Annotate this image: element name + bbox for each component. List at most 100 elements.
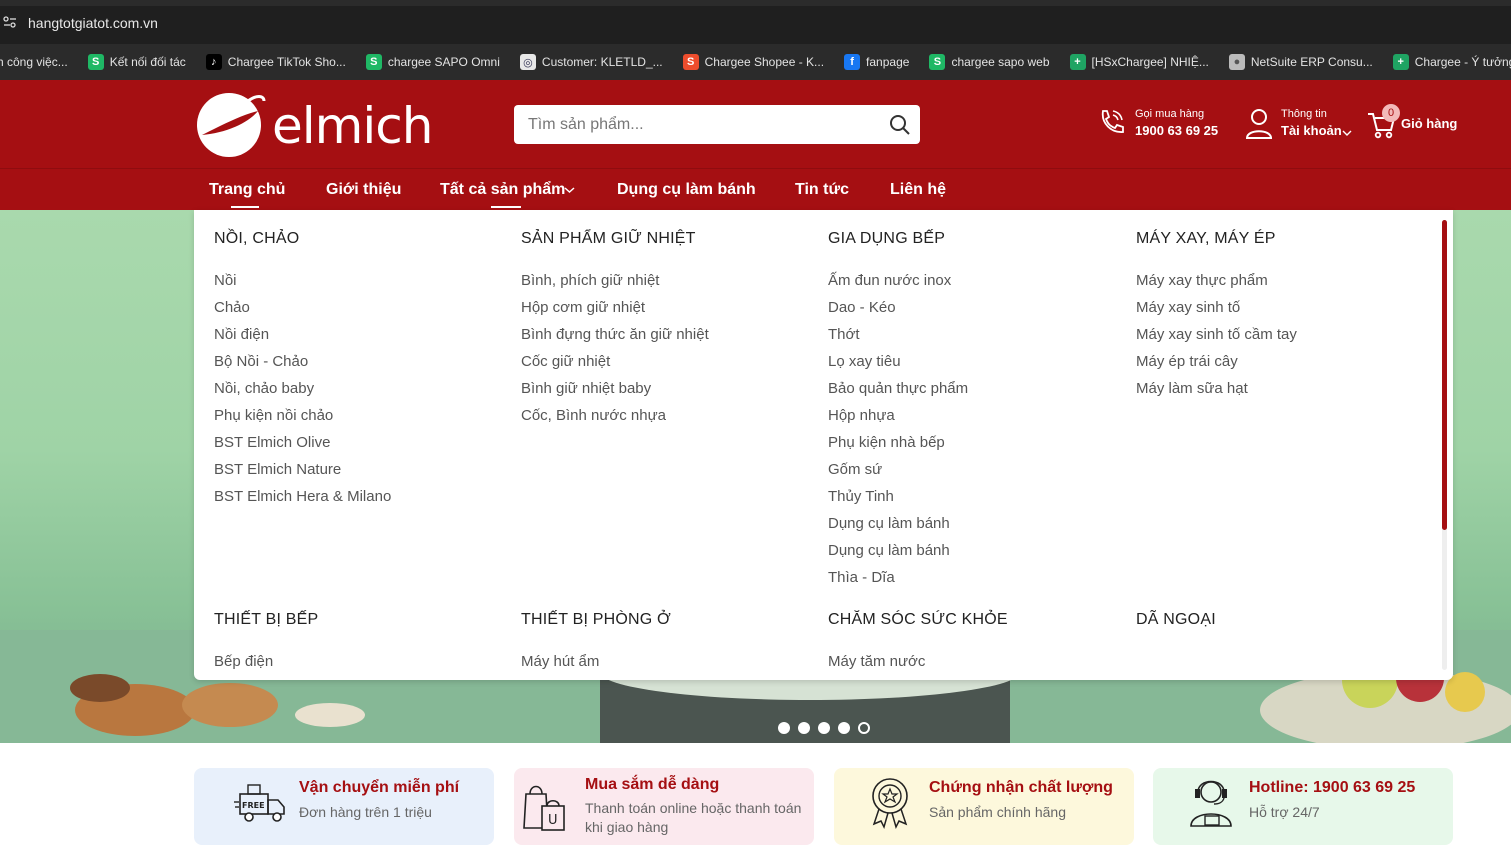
menu-column-thiet-bi-bep: THIẾT BỊ BẾP Bếp điện: [214, 611, 318, 675]
feature-subtitle: Đơn hàng trên 1 triệu: [299, 804, 432, 820]
menu-link[interactable]: Máy xay sinh tố: [1136, 294, 1297, 321]
menu-scrollbar-thumb[interactable]: [1442, 220, 1447, 530]
menu-link[interactable]: Bình, phích giữ nhiệt: [521, 267, 709, 294]
menu-link[interactable]: Nồi, chảo baby: [214, 375, 391, 402]
bookmark-item[interactable]: Schargee SAPO Omni: [365, 54, 500, 70]
carousel-dots: [778, 722, 878, 734]
menu-column-title[interactable]: GIA DỤNG BẾP: [828, 230, 968, 257]
menu-link[interactable]: Phụ kiện nồi chảo: [214, 402, 391, 429]
nav-gioi-thieu[interactable]: Giới thiệu: [326, 181, 401, 199]
menu-link[interactable]: Phụ kiện nhà bếp: [828, 429, 968, 456]
feature-subtitle: Hỗ trợ 24/7: [1249, 804, 1320, 820]
sheets-icon: +: [1392, 54, 1409, 70]
sapo-icon: S: [929, 54, 946, 70]
menu-column-title[interactable]: DÃ NGOẠI: [1136, 611, 1216, 638]
menu-link[interactable]: Bảo quản thực phẩm: [828, 375, 968, 402]
bookmark-item[interactable]: + [HSxChargee] NHIỆ...: [1069, 54, 1209, 70]
menu-link[interactable]: BST Elmich Olive: [214, 429, 391, 456]
menu-column-list: Nồi Chảo Nồi điện Bộ Nồi - Chảo Nồi, chả…: [214, 267, 391, 510]
feature-card-hotline: Hotline: 1900 63 69 25 Hỗ trợ 24/7: [1153, 768, 1453, 845]
cart-label: Giỏ hàng: [1401, 116, 1458, 131]
menu-link[interactable]: Máy xay thực phẩm: [1136, 267, 1297, 294]
bookmark-label: chargee SAPO Omni: [387, 55, 500, 69]
url-text[interactable]: hangtotgiatot.com.vn: [28, 15, 158, 31]
menu-link[interactable]: Bộ Nồi - Chảo: [214, 348, 391, 375]
nav-trang-chu[interactable]: Trang chủ: [209, 181, 285, 199]
bookmark-label: fanpage: [866, 55, 910, 69]
bookmark-label: Chargee - Ý tưởng...: [1414, 55, 1511, 69]
carousel-dot[interactable]: [818, 722, 830, 734]
bookmark-item[interactable]: ◎ Customer: KLETLD_...: [519, 54, 663, 70]
menu-link[interactable]: Máy hút ẩm: [521, 648, 671, 675]
menu-column-title[interactable]: SẢN PHẨM GIỮ NHIỆT: [521, 230, 709, 257]
menu-link[interactable]: Hộp cơm giữ nhiệt: [521, 294, 709, 321]
feature-title: Hotline: 1900 63 69 25: [1249, 779, 1416, 796]
main-nav: Trang chủ Giới thiệu Tất cả sản phẩm Dụn…: [0, 168, 1511, 210]
menu-link[interactable]: Cốc, Bình nước nhựa: [521, 402, 709, 429]
menu-link[interactable]: BST Elmich Nature: [214, 456, 391, 483]
bookmark-label: h công việc...: [0, 55, 68, 69]
menu-link[interactable]: Chảo: [214, 294, 391, 321]
menu-link[interactable]: Bếp điện: [214, 648, 318, 675]
carousel-dot[interactable]: [798, 722, 810, 734]
menu-link[interactable]: Máy làm sữa hạt: [1136, 375, 1297, 402]
menu-link[interactable]: Bình đựng thức ăn giữ nhiệt: [521, 321, 709, 348]
facebook-icon: f: [844, 54, 861, 70]
menu-column-title[interactable]: CHĂM SÓC SỨC KHỎE: [828, 611, 1008, 638]
menu-column-title[interactable]: THIẾT BỊ PHÒNG Ở: [521, 611, 671, 638]
menu-link[interactable]: Nồi điện: [214, 321, 391, 348]
menu-link[interactable]: Thủy Tinh: [828, 483, 968, 510]
menu-link[interactable]: Hộp nhựa: [828, 402, 968, 429]
bookmark-item[interactable]: ● NetSuite ERP Consu...: [1228, 54, 1373, 70]
search-input[interactable]: [528, 105, 868, 144]
menu-link[interactable]: Lọ xay tiêu: [828, 348, 968, 375]
nav-tin-tuc[interactable]: Tin tức: [795, 181, 849, 199]
nav-lien-he[interactable]: Liên hệ: [890, 181, 946, 199]
menu-link[interactable]: Dụng cụ làm bánh: [828, 537, 968, 564]
cart-count-badge: 0: [1382, 104, 1400, 122]
svg-text:U: U: [548, 813, 558, 828]
bookmark-item[interactable]: + Chargee - Ý tưởng...: [1392, 54, 1511, 70]
search-icon[interactable]: [888, 113, 912, 137]
menu-column-suc-khoe: CHĂM SÓC SỨC KHỎE Máy tăm nước: [828, 611, 1008, 675]
nav-tat-ca-san-pham[interactable]: Tất cả sản phẩm: [440, 181, 565, 199]
menu-link[interactable]: Thìa - Dĩa: [828, 564, 968, 591]
menu-link[interactable]: BST Elmich Hera & Milano: [214, 483, 391, 510]
menu-link[interactable]: Ấm đun nước inox: [828, 267, 968, 294]
site-info-icon[interactable]: [2, 14, 18, 30]
hotline-label: Gọi mua hàng: [1135, 108, 1205, 120]
menu-link[interactable]: Gốm sứ: [828, 456, 968, 483]
nav-hover-underline: [491, 206, 521, 208]
menu-column-title[interactable]: THIẾT BỊ BẾP: [214, 611, 318, 638]
bookmark-item[interactable]: ♪ Chargee TikTok Sho...: [205, 54, 346, 70]
menu-link[interactable]: Cốc giữ nhiệt: [521, 348, 709, 375]
carousel-dot[interactable]: [838, 722, 850, 734]
sapo-icon: S: [87, 54, 104, 70]
menu-column-list: Máy xay thực phẩm Máy xay sinh tố Máy xa…: [1136, 267, 1297, 402]
elmich-logo[interactable]: elmich: [196, 89, 446, 159]
menu-link[interactable]: Máy tăm nước: [828, 648, 1008, 675]
bookmark-item[interactable]: S Chargee Shopee - K...: [682, 54, 824, 70]
carousel-dot[interactable]: [778, 722, 790, 734]
bookmark-item[interactable]: f fanpage: [844, 54, 909, 70]
sheets-icon: +: [1069, 54, 1086, 70]
menu-column-title[interactable]: MÁY XAY, MÁY ÉP: [1136, 230, 1297, 257]
elmich-logo-icon: [197, 93, 266, 157]
bookmark-item[interactable]: h công việc...: [0, 55, 68, 69]
menu-link[interactable]: Nồi: [214, 267, 391, 294]
bookmark-item[interactable]: S Kết nối đối tác: [87, 54, 186, 70]
feature-title: Chứng nhận chất lượng: [929, 779, 1113, 796]
menu-link[interactable]: Bình giữ nhiệt baby: [521, 375, 709, 402]
user-icon: [1245, 109, 1273, 139]
bookmark-label: [HSxChargee] NHIỆ...: [1091, 55, 1209, 69]
menu-column-title[interactable]: NỒI, CHẢO: [214, 230, 391, 257]
bookmark-item[interactable]: Schargee sapo web: [929, 54, 1050, 70]
menu-link[interactable]: Thớt: [828, 321, 968, 348]
menu-link[interactable]: Máy ép trái cây: [1136, 348, 1297, 375]
nav-dung-cu-lam-banh[interactable]: Dụng cụ làm bánh: [617, 181, 756, 199]
menu-link[interactable]: Máy xay sinh tố cầm tay: [1136, 321, 1297, 348]
carousel-dot-active[interactable]: [858, 722, 870, 734]
menu-link[interactable]: Dao - Kéo: [828, 294, 968, 321]
menu-column-list: Máy tăm nước: [828, 648, 1008, 675]
menu-link[interactable]: Dụng cụ làm bánh: [828, 510, 968, 537]
